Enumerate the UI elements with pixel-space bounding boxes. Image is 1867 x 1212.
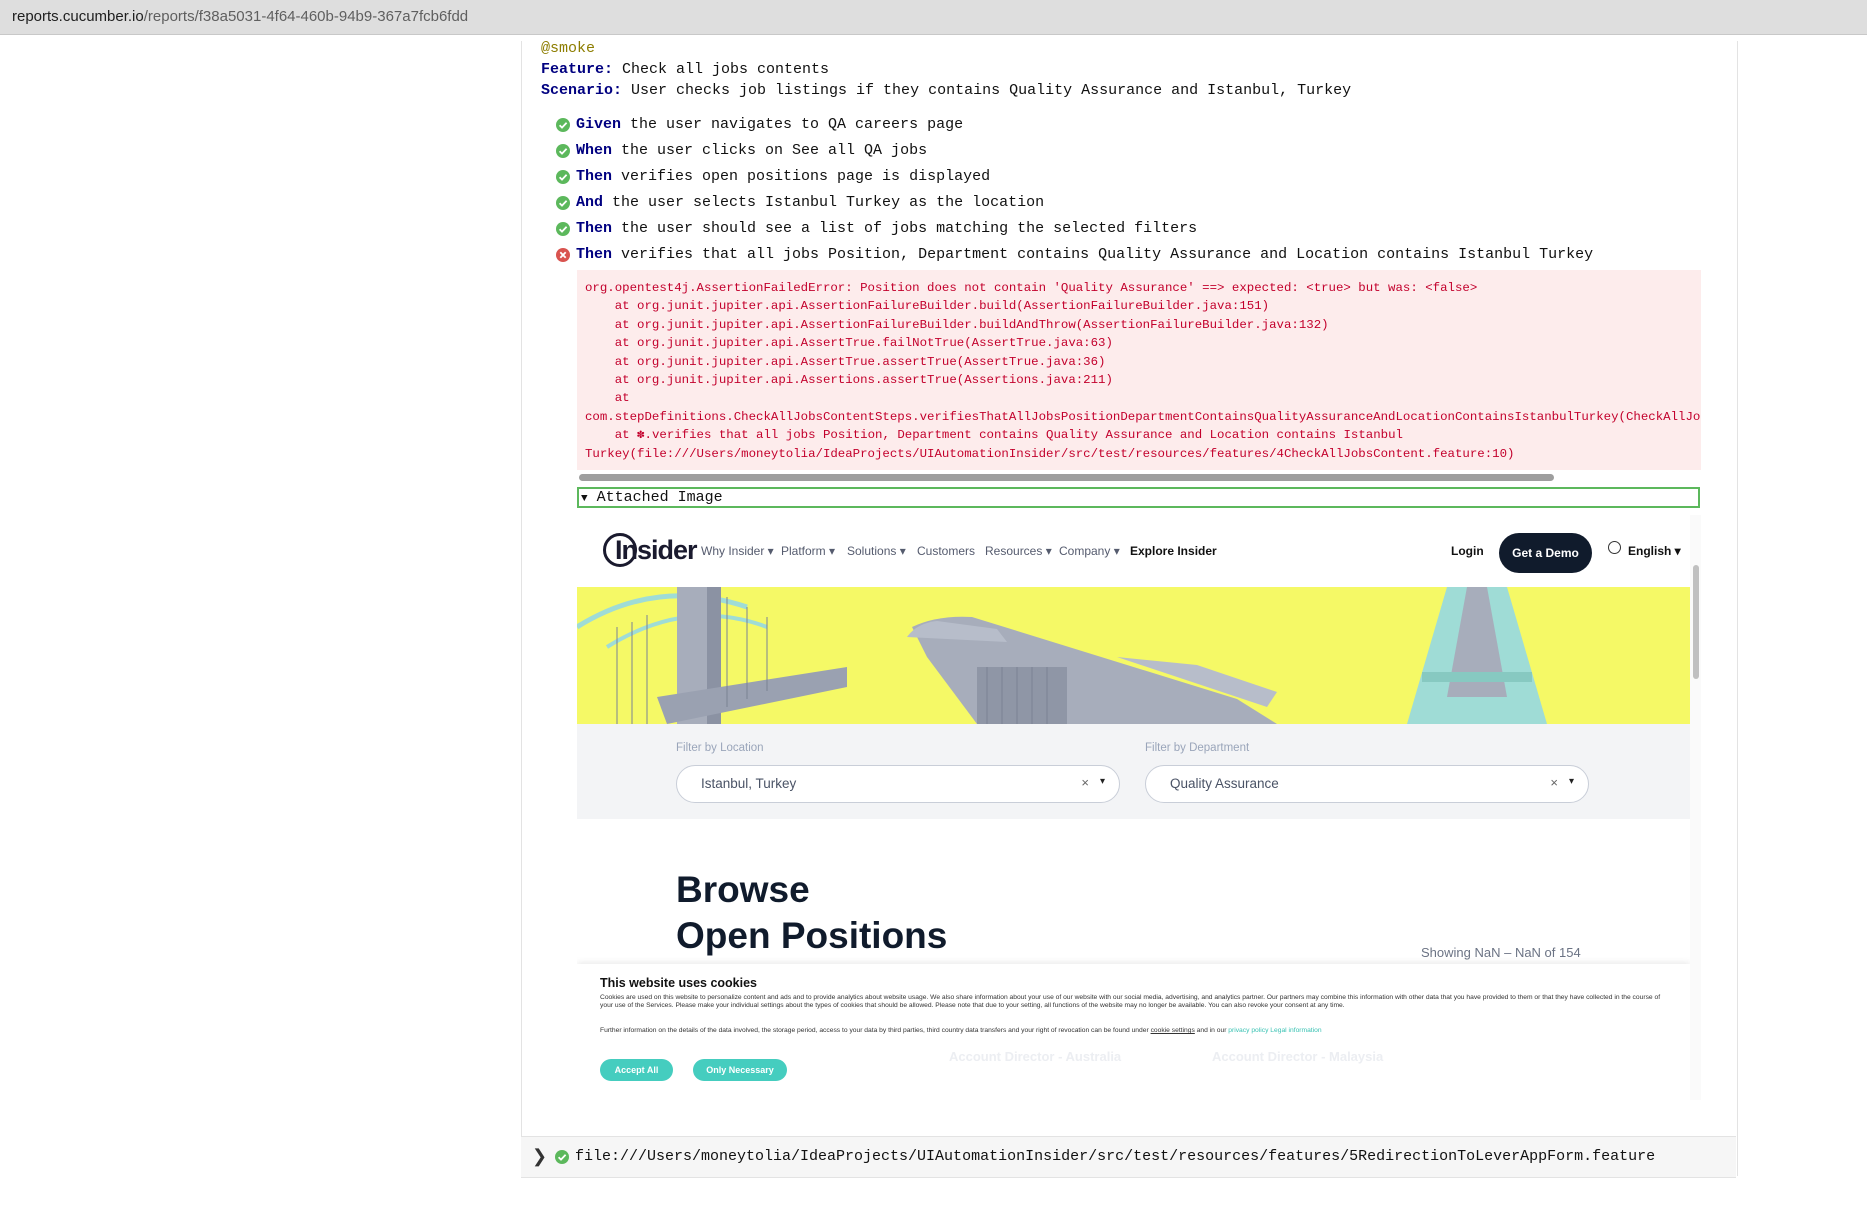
feature-name: Check all jobs contents [613, 61, 830, 78]
step-keyword: And [576, 194, 604, 211]
error-line: Turkey(file:///Users/moneytolia/IdeaProj… [585, 446, 1515, 461]
horizontal-scrollbar[interactable] [577, 472, 1701, 482]
nav-explore-insider[interactable]: Explore Insider [1130, 544, 1217, 558]
nav-platform[interactable]: Platform ▾ [781, 544, 835, 558]
error-line: at ✽.verifies that all jobs Position, De… [585, 428, 1403, 443]
step-text: verifies open positions page is displaye… [612, 168, 991, 185]
passed-check-icon [556, 170, 570, 184]
url-text[interactable]: reports.cucumber.io/reports/f38a5031-4f6… [12, 8, 468, 25]
cookie-more-info: Further information on the details of th… [600, 1027, 1670, 1034]
filter-department-value: Quality Assurance [1170, 776, 1279, 791]
next-feature-row[interactable]: ❯ file:///Users/moneytolia/IdeaProjects/… [521, 1136, 1736, 1178]
browse-line-1: Browse [676, 869, 810, 910]
scrollbar-thumb[interactable] [579, 474, 1554, 481]
cookie-settings-link[interactable]: cookie settings [1151, 1027, 1195, 1034]
step-text: the user clicks on See all QA jobs [612, 142, 928, 159]
error-line: org.opentest4j.AssertionFailedError: Pos… [585, 281, 1478, 295]
error-line: com.stepDefinitions.CheckAllJobsContentS… [585, 409, 1701, 424]
nav-login[interactable]: Login [1451, 544, 1484, 558]
showing-count: Showing NaN – NaN of 154 [1421, 945, 1581, 960]
attached-screenshot[interactable]: Insider Why Insider ▾ Platform ▾ Solutio… [577, 515, 1701, 1100]
stacktrace-text: org.opentest4j.AssertionFailedError: Pos… [585, 279, 1701, 463]
insider-navbar: Insider Why Insider ▾ Platform ▾ Solutio… [577, 515, 1690, 587]
legal-information-link[interactable]: Legal information [1270, 1027, 1321, 1034]
left-margin [0, 41, 520, 1212]
error-line: at org.junit.jupiter.api.AssertTrue.fail… [585, 336, 1113, 351]
browse-heading: Browse Open Positions [676, 867, 947, 959]
language-select[interactable]: English ▾ [1628, 544, 1681, 558]
nav-customers[interactable]: Customers [917, 544, 975, 558]
url-host: reports.cucumber.io [12, 8, 144, 25]
filter-location-value: Istanbul, Turkey [701, 776, 797, 791]
filter-location-select[interactable]: Istanbul, Turkey × ▾ [676, 765, 1120, 803]
step-text: the user navigates to QA careers page [621, 116, 964, 133]
error-line: at org.junit.jupiter.api.AssertTrue.asse… [585, 354, 1106, 369]
error-line: at org.junit.jupiter.api.AssertionFailur… [585, 299, 1270, 314]
step-keyword: Then [576, 220, 613, 237]
nav-company[interactable]: Company ▾ [1059, 544, 1120, 558]
filter-department-label: Filter by Department [1145, 742, 1250, 754]
hero-illustration [577, 587, 1547, 724]
address-bar[interactable]: reports.cucumber.io/reports/f38a5031-4f6… [0, 0, 1867, 35]
step-text: the user should see a list of jobs match… [612, 220, 1198, 237]
screenshot-vertical-scrollbar[interactable] [1690, 515, 1701, 1100]
accept-all-button[interactable]: Accept All [600, 1059, 673, 1081]
step-keyword: Given [576, 116, 622, 133]
passed-check-icon [556, 118, 570, 132]
attached-image-toggle[interactable]: ▼ Attached Image [577, 487, 1700, 508]
filter-department-select[interactable]: Quality Assurance × ▾ [1145, 765, 1589, 803]
nav-solutions[interactable]: Solutions ▾ [847, 544, 906, 558]
job-card-title[interactable]: Account Director - Australia [949, 1049, 1121, 1064]
passed-check-icon [556, 222, 570, 236]
chevron-right-icon[interactable]: ❯ [532, 1146, 547, 1167]
cookie-banner: This website uses cookies Cookies are us… [577, 964, 1690, 1100]
nav-why-insider[interactable]: Why Insider ▾ [701, 544, 774, 558]
step-text: verifies that all jobs Position, Departm… [612, 246, 1594, 263]
browse-line-2: Open Positions [676, 915, 948, 956]
step-keyword: Then [576, 246, 613, 263]
step-keyword: Then [576, 168, 613, 185]
chevron-down-icon[interactable]: ▾ [1569, 776, 1574, 787]
passed-check-icon [555, 1150, 569, 1164]
filter-location-label: Filter by Location [676, 742, 764, 754]
feature-tag[interactable]: @smoke [541, 40, 595, 57]
cookie-body: Cookies are used on this website to pers… [600, 994, 1661, 1009]
feature-file-path: file:///Users/moneytolia/IdeaProjects/UI… [575, 1148, 1656, 1165]
error-stacktrace[interactable]: org.opentest4j.AssertionFailedError: Pos… [577, 270, 1701, 470]
job-card-title[interactable]: Account Director - Malaysia [1212, 1049, 1383, 1064]
scenario-keyword: Scenario: [541, 82, 623, 99]
error-line: at org.junit.jupiter.api.Assertions.asse… [585, 373, 1113, 388]
step-text: the user selects Istanbul Turkey as the … [603, 194, 1045, 211]
disclosure-triangle-icon: ▼ [581, 493, 588, 505]
error-line: at org.junit.jupiter.api.AssertionFailur… [585, 317, 1329, 332]
logo-text: Insider [615, 535, 698, 565]
cookie-more-prefix: Further information on the details of th… [600, 1027, 1151, 1034]
failed-x-icon [556, 248, 570, 262]
clear-icon[interactable]: × [1081, 775, 1089, 790]
feature-header: Feature: Check all jobs contents [541, 61, 829, 78]
cookie-more-mid: and in our [1194, 1027, 1229, 1034]
error-line: at [585, 391, 630, 406]
attached-image-label: Attached Image [596, 489, 723, 506]
clear-icon[interactable]: × [1550, 775, 1558, 790]
nav-resources[interactable]: Resources ▾ [985, 544, 1052, 558]
privacy-policy-link[interactable]: privacy policy [1228, 1027, 1268, 1034]
scrollbar-thumb[interactable] [1693, 565, 1699, 679]
scenario-name: User checks job listings if they contain… [622, 82, 1352, 99]
chevron-down-icon[interactable]: ▾ [1100, 776, 1105, 787]
only-necessary-button[interactable]: Only Necessary [693, 1059, 787, 1081]
passed-check-icon [556, 144, 570, 158]
globe-icon [1608, 541, 1621, 554]
url-path: /reports/f38a5031-4f64-460b-94b9-367a7fc… [143, 8, 469, 25]
get-a-demo-button[interactable]: Get a Demo [1499, 533, 1592, 573]
scenario-header: Scenario: User checks job listings if th… [541, 82, 1351, 99]
cookie-title: This website uses cookies [600, 976, 758, 990]
passed-check-icon [556, 196, 570, 210]
feature-keyword: Feature: [541, 61, 614, 78]
step-keyword: When [576, 142, 613, 159]
hero-banner [577, 587, 1690, 724]
